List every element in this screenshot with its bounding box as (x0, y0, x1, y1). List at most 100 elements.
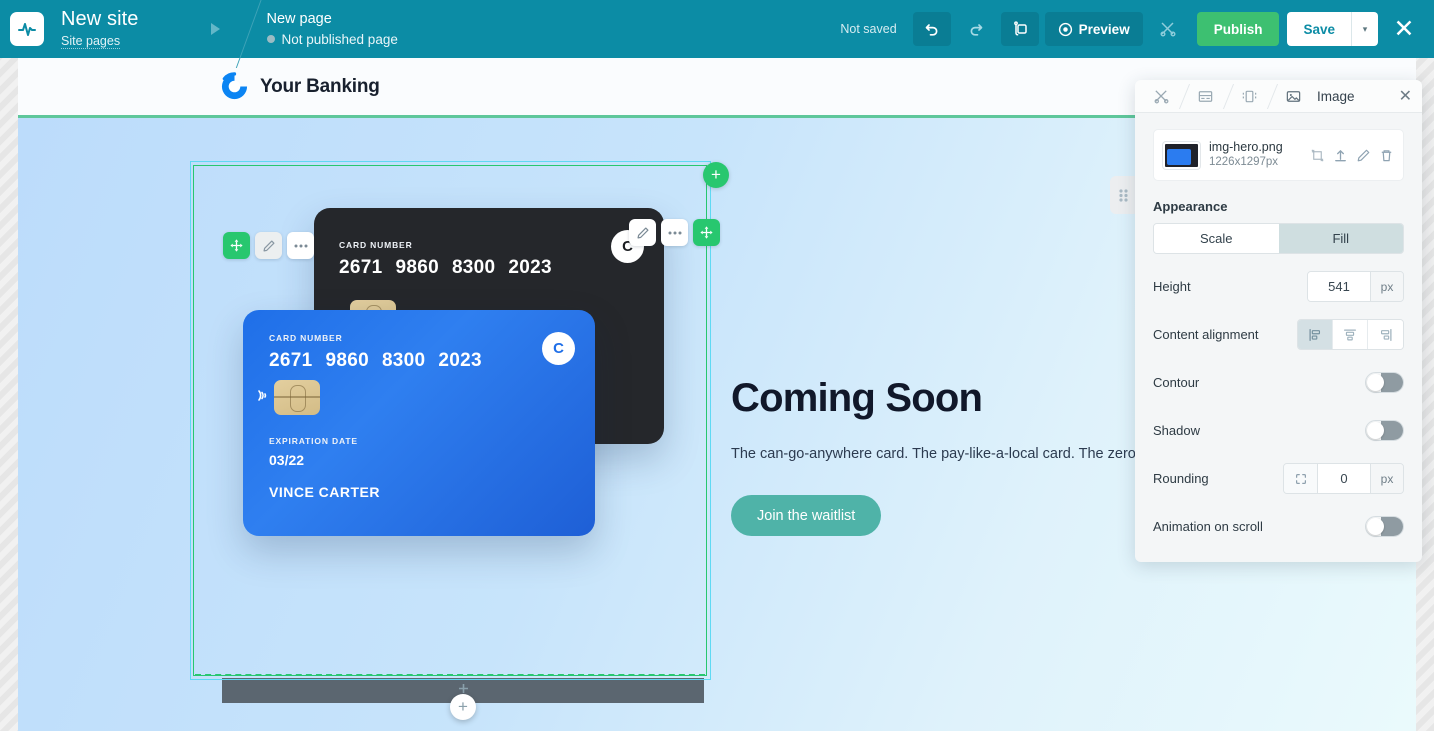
close-editor-button[interactable]: ✕ (1388, 13, 1420, 45)
rounding-input-group: px (1283, 463, 1404, 494)
appearance-segmented-control: Scale Fill (1153, 223, 1404, 254)
height-label: Height (1153, 279, 1191, 294)
brand-name: Your Banking (260, 75, 380, 97)
contour-toggle[interactable] (1365, 372, 1404, 393)
card-blue-badge: C (542, 332, 575, 365)
delete-icon-button[interactable] (1379, 148, 1394, 163)
panel-close-button[interactable]: ✕ (1399, 86, 1412, 106)
edit-button-left[interactable] (255, 232, 282, 259)
animation-toggle[interactable] (1365, 516, 1404, 537)
more-options-left[interactable] (287, 232, 314, 259)
preview-button[interactable]: Preview (1044, 12, 1143, 46)
align-center-button[interactable] (1333, 320, 1368, 349)
image-settings-panel: Image ✕ img-hero.png 1226x1297px Appeara… (1135, 80, 1422, 562)
move-arrows-icon (700, 226, 713, 239)
height-input[interactable] (1308, 272, 1370, 301)
appearance-option-fill[interactable]: Fill (1278, 224, 1403, 253)
upload-icon-button[interactable] (1333, 148, 1348, 163)
rounding-row: Rounding px (1153, 463, 1404, 494)
breadcrumb-image-button[interactable] (1271, 80, 1315, 113)
edit-button-right[interactable] (629, 219, 656, 246)
save-dropdown-button[interactable]: ▾ (1351, 12, 1378, 46)
top-toolbar: New site Site pages New page Not publish… (0, 0, 1434, 58)
undo-icon (925, 24, 938, 36)
align-left-button[interactable] (1298, 320, 1333, 349)
card-blue-holder: VINCE CARTER (269, 484, 381, 500)
toolbar-actions: Not saved Preview Publish Save ▾ ✕ (840, 12, 1434, 46)
contour-label: Contour (1153, 375, 1200, 390)
edit-icon-button[interactable] (1356, 148, 1371, 163)
panel-title: Image (1317, 88, 1355, 104)
panel-body: img-hero.png 1226x1297px Appearance Scal… (1135, 113, 1422, 562)
scissors-icon (1160, 22, 1176, 37)
rounding-label: Rounding (1153, 471, 1209, 486)
alignment-group (1297, 319, 1404, 350)
site-brand[interactable]: Your Banking (220, 72, 380, 101)
image-filename: img-hero.png (1209, 140, 1283, 155)
alignment-row: Content alignment (1153, 319, 1404, 350)
align-center-icon (1344, 328, 1356, 340)
status-dot-icon (266, 35, 275, 44)
banking-logo-icon (221, 72, 248, 100)
scissors-button[interactable] (1148, 12, 1187, 46)
move-arrows-icon (230, 239, 243, 252)
site-pages-link[interactable]: Site pages (61, 35, 121, 50)
save-button[interactable]: Save (1287, 12, 1351, 46)
alignment-label: Content alignment (1153, 327, 1259, 342)
more-options-right[interactable] (661, 219, 688, 246)
add-section-top-button[interactable]: + (703, 162, 729, 188)
contactless-wave-icon (256, 387, 271, 410)
save-state-label: Not saved (840, 22, 897, 36)
panel-breadcrumb: Image ✕ (1135, 80, 1422, 113)
section-icon (1198, 90, 1212, 102)
corner-radius-icon-button[interactable] (1284, 464, 1318, 493)
card-dark-number: 2671 9860 8300 2023 (339, 257, 552, 278)
page-status-label: Not published page (281, 31, 398, 47)
crop-icon-button[interactable] (1310, 148, 1325, 163)
upload-icon (1335, 149, 1346, 161)
breadcrumb-section-button[interactable] (1183, 80, 1227, 113)
join-waitlist-button[interactable]: Join the waitlist (731, 495, 882, 536)
card-blue-number-label: CARD NUMBER (269, 333, 343, 343)
animation-label: Animation on scroll (1153, 519, 1263, 534)
align-right-button[interactable] (1368, 320, 1403, 349)
image-asset-card: img-hero.png 1226x1297px (1153, 129, 1404, 181)
page-title: New page (266, 11, 332, 27)
height-row: Height px (1153, 271, 1404, 302)
move-handle-right[interactable] (693, 219, 720, 246)
card-dark-number-label: CARD NUMBER (339, 240, 413, 250)
element-toolbar-left (223, 232, 314, 259)
app-logo[interactable] (10, 12, 44, 46)
pencil-icon (636, 226, 649, 239)
card-blue-exp-value: 03/22 (269, 452, 305, 468)
theme-button[interactable] (1000, 12, 1039, 46)
appearance-label: Appearance (1153, 199, 1228, 214)
corner-radius-icon (1295, 473, 1306, 484)
redo-icon (970, 24, 983, 36)
eye-icon (1058, 22, 1072, 36)
appearance-option-scale[interactable]: Scale (1154, 224, 1279, 253)
page-status: Not published page (266, 31, 398, 47)
breadcrumb-page-button[interactable] (1139, 80, 1183, 113)
breadcrumb-arrow (197, 0, 245, 58)
scissors-icon (1154, 89, 1168, 103)
hero-image[interactable]: CARD NUMBER 2671 9860 8300 2023 C CARD N… (208, 208, 708, 608)
shadow-label: Shadow (1153, 423, 1200, 438)
redo-button[interactable] (956, 12, 995, 46)
element-toolbar-right (629, 219, 720, 246)
save-button-group: Save ▾ (1287, 12, 1378, 46)
breadcrumb-column-button[interactable] (1227, 80, 1271, 113)
pulse-logo-icon (18, 23, 36, 36)
add-section-bottom-button[interactable]: + (450, 694, 476, 720)
rounding-input[interactable] (1318, 464, 1370, 493)
builder-app: New site Site pages New page Not publish… (0, 0, 1434, 731)
shadow-toggle[interactable] (1365, 420, 1404, 441)
height-unit: px (1370, 272, 1403, 301)
pencil-icon (262, 239, 275, 252)
rounding-unit: px (1370, 464, 1403, 493)
undo-button[interactable] (912, 12, 951, 46)
contour-row: Contour (1153, 367, 1404, 398)
card-blue-chip-icon (274, 380, 320, 415)
publish-button[interactable]: Publish (1196, 12, 1280, 46)
move-handle-left[interactable] (223, 232, 250, 259)
